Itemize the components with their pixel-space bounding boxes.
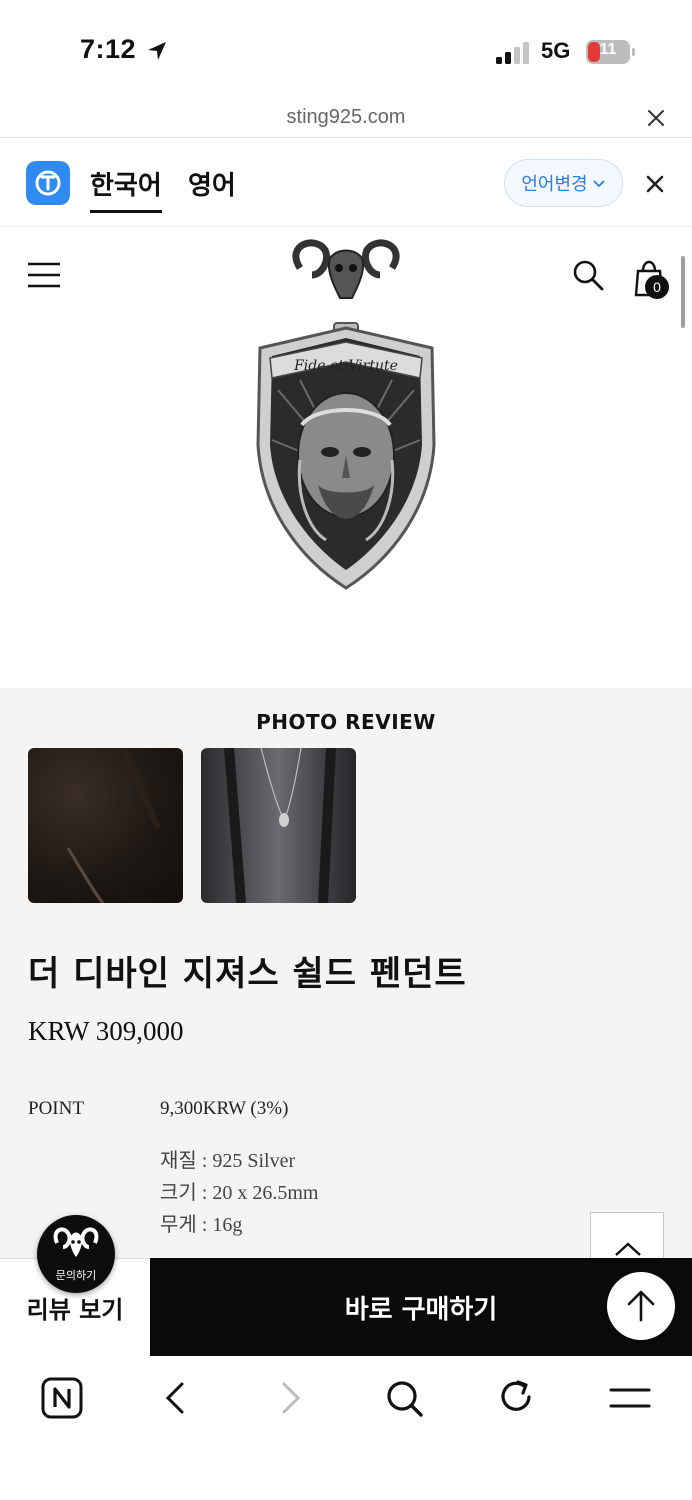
- product-name: 더 디바인 지져스 쉴드 펜던트: [28, 954, 467, 994]
- url-text[interactable]: sting925.com: [0, 106, 692, 129]
- cart-count-badge: 0: [645, 275, 669, 299]
- network-type: 5G: [541, 38, 571, 63]
- change-language-button[interactable]: 언어변경: [504, 159, 623, 207]
- chevron-down-icon: [592, 180, 605, 188]
- close-translate-icon[interactable]: [644, 173, 666, 195]
- search-icon[interactable]: [382, 1376, 426, 1420]
- shop-header: [0, 227, 692, 327]
- naver-home-icon[interactable]: [40, 1376, 84, 1420]
- forward-icon[interactable]: [268, 1376, 312, 1420]
- menu-icon[interactable]: [608, 1376, 652, 1420]
- spec-material: 재질 : 925 Silver: [160, 1150, 296, 1172]
- scroll-up-button[interactable]: [607, 1272, 675, 1340]
- buy-now-label: 바로 구매하기: [344, 1294, 498, 1325]
- active-tab-indicator: [90, 210, 162, 213]
- point-label: POINT: [28, 1098, 84, 1119]
- change-language-label: 언어변경: [521, 174, 588, 195]
- spec-weight: 무게 : 16g: [160, 1214, 243, 1236]
- view-reviews-label: 리뷰 보기: [26, 1296, 124, 1324]
- spec-size: 크기 : 20 x 26.5mm: [160, 1182, 319, 1204]
- browser-toolbar: [0, 1356, 692, 1500]
- translate-bar: 한국어 영어 언어변경: [0, 139, 692, 227]
- url-bar[interactable]: sting925.com: [0, 100, 692, 138]
- arrow-up-icon: [627, 1290, 655, 1322]
- translate-logo-icon: [26, 161, 70, 205]
- battery-icon: 11: [586, 40, 636, 64]
- close-icon[interactable]: [646, 108, 666, 128]
- battery-level: 11: [599, 41, 617, 58]
- tab-english[interactable]: 영어: [188, 165, 236, 202]
- search-icon[interactable]: [572, 259, 604, 291]
- review-photo[interactable]: [28, 748, 183, 903]
- inquiry-button[interactable]: 문의하기: [37, 1215, 115, 1293]
- status-bar: 7:12 5G 11: [0, 0, 692, 100]
- tab-korean[interactable]: 한국어: [90, 165, 162, 202]
- status-time: 7:12: [80, 34, 137, 64]
- point-value: 9,300KRW (3%): [160, 1098, 289, 1119]
- photo-review-title: PHOTO REVIEW: [256, 710, 436, 734]
- product-info-section: PHOTO REVIEW 더 디바인 지져스 쉴드 펜던트 KRW 309,00…: [0, 688, 692, 1272]
- product-price: KRW 309,000: [28, 1016, 184, 1046]
- hamburger-menu-icon[interactable]: [27, 262, 61, 288]
- cellular-signal-icon: [496, 42, 529, 64]
- review-photo[interactable]: [201, 748, 356, 903]
- inquiry-label: 문의하기: [55, 1269, 97, 1282]
- svg-text:Fide et Virtute: Fide et Virtute: [293, 358, 398, 374]
- ram-logo-icon: [53, 1227, 99, 1257]
- location-arrow-icon: [148, 42, 166, 60]
- back-icon[interactable]: [154, 1376, 198, 1420]
- refresh-icon[interactable]: [494, 1376, 538, 1420]
- scrollbar[interactable]: [681, 256, 685, 328]
